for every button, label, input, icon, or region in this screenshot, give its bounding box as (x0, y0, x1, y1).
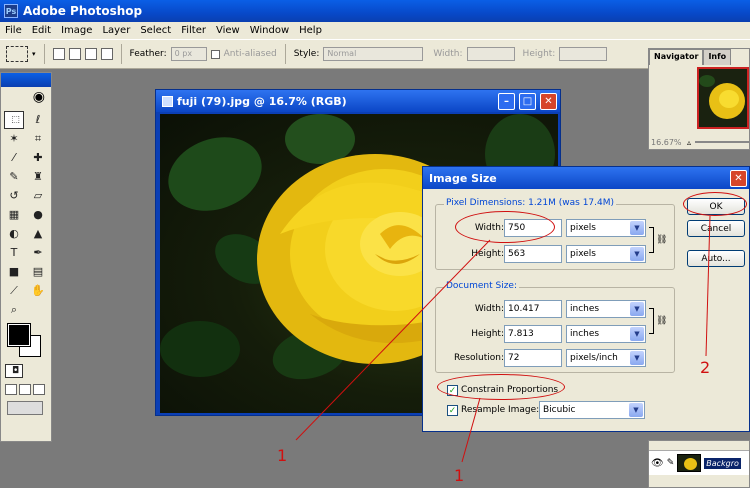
foreground-color[interactable] (7, 323, 31, 347)
annotation-number-2: 2 (700, 358, 711, 377)
annotation-number-1a: 1 (277, 446, 288, 465)
annotation-lines (295, 215, 711, 463)
annotation-line-1a (295, 239, 491, 441)
annotation-line-2 (705, 215, 711, 357)
annotation-number-1b: 1 (454, 466, 465, 485)
annotation-line-1b (461, 397, 481, 463)
